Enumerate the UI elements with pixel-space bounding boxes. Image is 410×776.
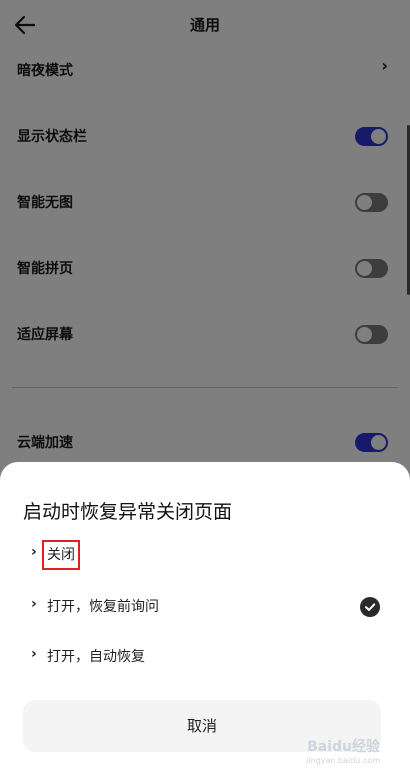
option-auto-restore[interactable]: › 打开，自动恢复 xyxy=(0,634,410,680)
chevron-right-icon: › xyxy=(31,596,37,612)
watermark-url: jingyan.baidu.com xyxy=(306,756,380,765)
restore-pages-sheet: 启动时恢复异常关闭页面 › 关闭 › 打开，恢复前询问 › 打开，自动恢复 取消 xyxy=(0,462,410,776)
watermark-brand: Baidu经验 xyxy=(307,739,380,755)
chevron-right-icon: › xyxy=(31,646,37,662)
option-label: 打开，恢复前询问 xyxy=(47,599,159,615)
option-label: 打开，自动恢复 xyxy=(47,649,145,665)
highlight-box xyxy=(42,540,80,570)
check-icon xyxy=(360,597,380,617)
sheet-title: 启动时恢复异常关闭页面 xyxy=(23,501,233,523)
chevron-right-icon: › xyxy=(31,544,37,560)
option-ask-before-restore[interactable]: › 打开，恢复前询问 xyxy=(0,584,410,630)
